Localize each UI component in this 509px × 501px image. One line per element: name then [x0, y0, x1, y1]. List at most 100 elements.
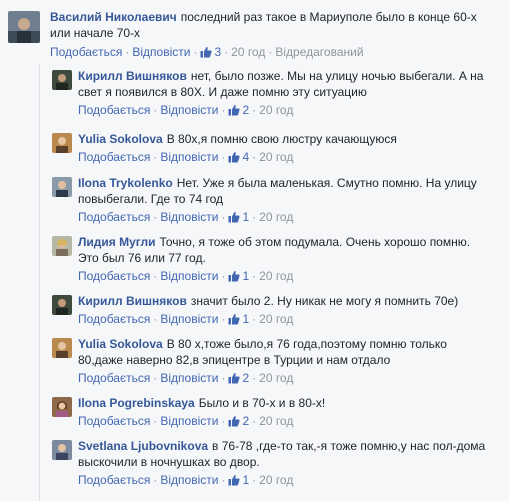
- separator-dot: ·: [252, 269, 257, 283]
- like-count-number: 1: [242, 312, 250, 326]
- reply-author-link[interactable]: Кирилл Вишняков: [78, 294, 187, 308]
- separator-dot: ·: [221, 371, 226, 385]
- reply-item: Лидия Мугли Точно, я тоже об этом подумал…: [52, 234, 492, 284]
- avatar[interactable]: [8, 11, 40, 43]
- like-count[interactable]: 2: [228, 413, 249, 429]
- reply-author-link[interactable]: Лидия Мугли: [78, 235, 156, 249]
- separator-dot: ·: [221, 414, 226, 428]
- avatar[interactable]: [52, 397, 72, 417]
- thumbs-up-icon: [228, 373, 241, 384]
- timestamp[interactable]: 20 год: [259, 414, 293, 428]
- reply-link[interactable]: Відповісти: [160, 312, 218, 326]
- thumbs-up-icon: [228, 314, 241, 325]
- like-link[interactable]: Подобається: [78, 103, 150, 117]
- like-count[interactable]: 3: [200, 44, 221, 60]
- like-link[interactable]: Подобається: [78, 312, 150, 326]
- reply-link[interactable]: Відповісти: [160, 473, 218, 487]
- reply-item: Ilona Trykolenko Нет. Уже я была маленька…: [52, 175, 492, 225]
- avatar-image: [8, 11, 40, 43]
- comment-author-link[interactable]: Василий Николаевич: [50, 10, 177, 24]
- replies-list: Кирилл Вишняков нет, было позже. Мы на ул…: [39, 64, 509, 501]
- reply-author-link[interactable]: Yulia Sokolova: [78, 132, 163, 146]
- like-count-number: 3: [214, 45, 222, 59]
- separator-dot: ·: [224, 45, 229, 59]
- reply-actions: Подобається · Відповісти · 1 · 20 год: [78, 472, 490, 488]
- avatar[interactable]: [52, 70, 72, 90]
- like-count[interactable]: 1: [228, 209, 249, 225]
- avatar[interactable]: [52, 440, 72, 460]
- reply-author-link[interactable]: Yulia Sokolova: [78, 337, 163, 351]
- separator-dot: ·: [252, 414, 257, 428]
- like-count[interactable]: 1: [228, 268, 249, 284]
- like-link[interactable]: Подобається: [78, 473, 150, 487]
- reply-text: значит было 2. Ну никак не могу я помнит…: [190, 294, 459, 308]
- like-link[interactable]: Подобається: [78, 210, 150, 224]
- reply-text-block: Ilona Pogrebinskaya Было и в 70-х и в 80-…: [78, 395, 490, 411]
- timestamp[interactable]: 20 год: [259, 150, 293, 164]
- separator-dot: ·: [252, 371, 257, 385]
- avatar-image: [52, 295, 72, 315]
- reply-author-link[interactable]: Ilona Pogrebinskaya: [78, 396, 195, 410]
- reply-author-link[interactable]: Ilona Trykolenko: [78, 176, 173, 190]
- timestamp[interactable]: 20 год: [259, 371, 293, 385]
- avatar[interactable]: [52, 338, 72, 358]
- reply-link[interactable]: Відповісти: [160, 150, 218, 164]
- separator-dot: ·: [221, 269, 226, 283]
- timestamp[interactable]: 20 год: [259, 103, 293, 117]
- reply-author-link[interactable]: Svetlana Ljubovnikova: [78, 439, 208, 453]
- like-count[interactable]: 1: [228, 472, 249, 488]
- like-link[interactable]: Подобається: [78, 371, 150, 385]
- like-link[interactable]: Подобається: [78, 269, 150, 283]
- separator-dot: ·: [221, 103, 226, 117]
- avatar[interactable]: [52, 177, 72, 197]
- reply-link[interactable]: Відповісти: [160, 103, 218, 117]
- reply-item: Svetlana Ljubovnikova в 76-78 ,где-то так…: [52, 438, 492, 488]
- timestamp[interactable]: 20 год: [231, 45, 265, 59]
- timestamp[interactable]: 20 год: [259, 312, 293, 326]
- avatar-image: [52, 70, 72, 90]
- timestamp[interactable]: 20 год: [259, 473, 293, 487]
- avatar[interactable]: [52, 236, 72, 256]
- edited-label[interactable]: Відредагований: [275, 45, 363, 59]
- like-count[interactable]: 2: [228, 102, 249, 118]
- avatar-image: [52, 397, 72, 417]
- separator-dot: ·: [193, 45, 198, 59]
- separator-dot: ·: [221, 473, 226, 487]
- reply-link[interactable]: Відповісти: [132, 45, 190, 59]
- like-count-number: 2: [242, 371, 250, 385]
- thumbs-up-icon: [228, 105, 241, 116]
- like-count-number: 1: [242, 210, 250, 224]
- separator-dot: ·: [221, 150, 226, 164]
- reply-text-block: Кирилл Вишняков нет, было позже. Мы на ул…: [78, 68, 490, 100]
- timestamp[interactable]: 20 год: [259, 269, 293, 283]
- thumbs-up-icon: [228, 475, 241, 486]
- reply-item: Кирилл Вишняков нет, было позже. Мы на ул…: [52, 68, 492, 118]
- avatar-image: [52, 133, 72, 153]
- like-count[interactable]: 2: [228, 370, 249, 386]
- like-link[interactable]: Подобається: [50, 45, 122, 59]
- separator-dot: ·: [268, 45, 273, 59]
- reply-link[interactable]: Відповісти: [160, 371, 218, 385]
- timestamp[interactable]: 20 год: [259, 210, 293, 224]
- reply-author-link[interactable]: Кирилл Вишняков: [78, 69, 187, 83]
- separator-dot: ·: [153, 269, 158, 283]
- avatar[interactable]: [52, 295, 72, 315]
- like-count[interactable]: 4: [228, 149, 249, 165]
- reply-actions: Подобається · Відповісти · 1 · 20 год: [78, 268, 490, 284]
- avatar[interactable]: [52, 133, 72, 153]
- reply-text-block: Yulia Sokolova В 80 х,тоже было,я 76 года…: [78, 336, 490, 368]
- like-link[interactable]: Подобається: [78, 414, 150, 428]
- avatar-image: [52, 338, 72, 358]
- reply-link[interactable]: Відповісти: [160, 210, 218, 224]
- reply-link[interactable]: Відповісти: [160, 269, 218, 283]
- like-link[interactable]: Подобається: [78, 150, 150, 164]
- reply-actions: Подобається · Відповісти · 2 · 20 год: [78, 102, 490, 118]
- reply-text-block: Кирилл Вишняков значит было 2. Ну никак н…: [78, 293, 490, 309]
- like-count[interactable]: 1: [228, 311, 249, 327]
- reply-actions: Подобається · Відповісти · 4 · 20 год: [78, 149, 490, 165]
- reply-item: Yulia Sokolova В 80х,я помню свою люстру …: [52, 131, 492, 165]
- reply-link[interactable]: Відповісти: [160, 414, 218, 428]
- separator-dot: ·: [252, 103, 257, 117]
- avatar-image: [52, 440, 72, 460]
- thumbs-up-icon: [228, 416, 241, 427]
